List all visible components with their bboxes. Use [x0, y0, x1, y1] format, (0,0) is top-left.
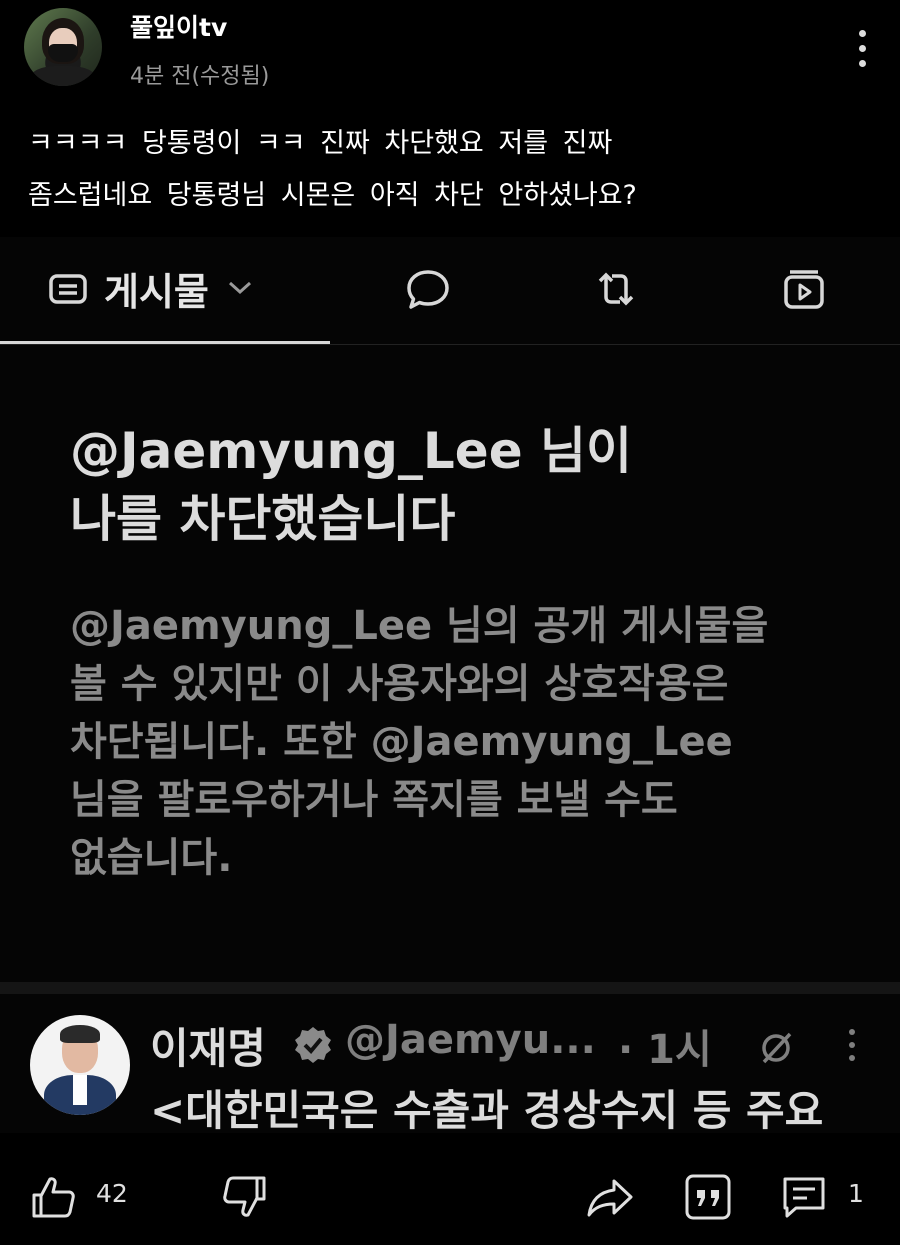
tweet-more-icon[interactable]: [845, 1027, 859, 1063]
media-icon[interactable]: [780, 267, 828, 311]
author-avatar[interactable]: [24, 8, 102, 86]
blocked-notice-title: @Jaemyung_Lee 님이 나를 차단했습니다: [70, 417, 850, 553]
attached-image[interactable]: 게시물 @Jaemyung_Lee 님이 나를 차단했습니다 @Jaemyung…: [0, 237, 900, 1135]
author-username[interactable]: 풀잎이tv: [130, 8, 227, 44]
quote-icon[interactable]: [684, 1173, 732, 1221]
tweet-text: <대한민국은 수출과 경상수지 등 주요: [150, 1086, 824, 1135]
tweet-author-avatar[interactable]: [30, 1015, 130, 1115]
blocked-desc-line: 차단됩니다. 또한 @Jaemyung_Lee: [70, 719, 733, 765]
blocked-title-line: 나를 차단했습니다: [70, 490, 456, 548]
more-options-icon[interactable]: [848, 28, 878, 70]
tweet-time: · 1시: [618, 1027, 712, 1073]
blocked-desc-line: @Jaemyung_Lee 님의 공개 게시물을: [70, 603, 769, 649]
chevron-down-icon: [228, 281, 251, 295]
blocked-notice-description: @Jaemyung_Lee 님의 공개 게시물을 볼 수 있지만 이 사용자와의…: [70, 597, 850, 887]
tab-posts-label: 게시물: [104, 269, 209, 314]
like-count: 42: [96, 1179, 128, 1208]
blocked-desc-line: 없습니다.: [70, 835, 233, 881]
tab-posts[interactable]: 게시물: [48, 263, 253, 314]
profile-tab-bar: 게시물: [0, 237, 900, 345]
dislike-icon[interactable]: [220, 1173, 268, 1221]
grok-icon[interactable]: [758, 1030, 794, 1066]
post-text-line: ㅋㅋㅋㅋ 당통령이 ㅋㅋ 진짜 차단했요 저를 진짜: [28, 128, 613, 159]
post-action-bar: 42 1: [0, 1133, 900, 1245]
blocked-desc-line: 님을 팔로우하거나 쪽지를 보낼 수도: [70, 777, 678, 823]
share-icon[interactable]: [586, 1173, 634, 1221]
verified-badge-icon: [295, 1027, 331, 1063]
post-text-line: 좀스럽네요 당통령님 시몬은 아직 차단 안하셨나요?: [28, 180, 637, 211]
posts-icon: [49, 274, 87, 304]
tweet-author-name[interactable]: 이재명: [150, 1015, 266, 1076]
divider: [0, 344, 900, 345]
comment-count: 1: [848, 1179, 864, 1208]
divider: [0, 982, 900, 994]
tweet-author-handle[interactable]: @Jaemyu...: [345, 1017, 596, 1063]
reply-icon[interactable]: [404, 267, 452, 311]
blocked-title-line: @Jaemyung_Lee 님이: [70, 422, 633, 480]
like-icon[interactable]: [30, 1173, 78, 1221]
blocked-desc-line: 볼 수 있지만 이 사용자와의 상호작용은: [70, 661, 729, 707]
post-body: ㅋㅋㅋㅋ 당통령이 ㅋㅋ 진짜 차단했요 저를 진짜 좀스럽네요 당통령님 시몬…: [28, 118, 878, 222]
repost-icon[interactable]: [592, 267, 640, 311]
post-timestamp: 4분 전(수정됨): [130, 64, 270, 89]
comment-icon[interactable]: [780, 1173, 828, 1221]
